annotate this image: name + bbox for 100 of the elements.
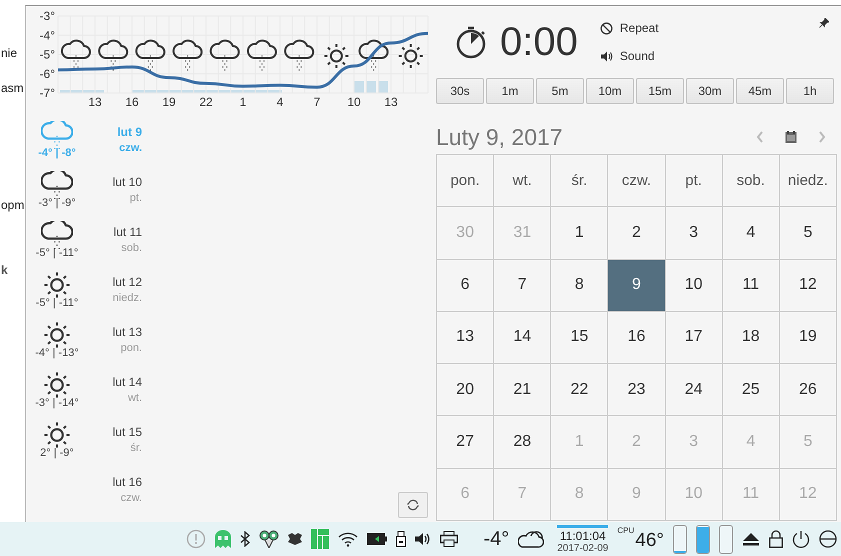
calendar-day[interactable]: 14 <box>494 312 552 364</box>
repeat-toggle[interactable]: Repeat <box>600 21 659 35</box>
x-axis-label: 7 <box>314 95 320 109</box>
calendar-day[interactable]: 27 <box>437 416 494 469</box>
calendar-day[interactable]: 26 <box>780 364 837 416</box>
background-text: k <box>1 263 9 277</box>
printer-icon[interactable] <box>440 531 458 547</box>
temperature-range: -3° | -14° <box>35 397 79 409</box>
forecast-day[interactable]: lut 16 czw. <box>26 471 146 521</box>
sound-toggle[interactable]: Sound <box>600 49 659 63</box>
forecast-date: lut 15 <box>112 425 142 439</box>
forecast-weekday: śr. <box>130 442 142 454</box>
calendar-day[interactable]: 24 <box>666 364 723 416</box>
cloud-icon[interactable] <box>518 530 544 548</box>
preset-button[interactable]: 30s <box>436 78 484 104</box>
preset-button[interactable]: 45m <box>736 78 784 104</box>
weekday-header: pt. <box>666 155 723 208</box>
clock[interactable]: 11:01:04 2017-02-09 <box>557 524 608 554</box>
x-axis-label: 13 <box>88 95 102 109</box>
snow-cloud-icon <box>284 40 314 71</box>
calendar-day[interactable]: 18 <box>722 312 780 364</box>
calendar-day[interactable]: 20 <box>437 364 494 416</box>
calendar-day[interactable]: 4 <box>722 207 780 260</box>
weekday-header: niedz. <box>780 155 837 208</box>
forecast-weekday: czw. <box>120 492 142 504</box>
weather-temperature[interactable]: -4° <box>483 528 510 550</box>
lock-icon[interactable] <box>769 530 783 548</box>
calendar-day[interactable]: 3 <box>666 207 723 260</box>
calendar-day[interactable]: 5 <box>780 207 837 260</box>
snow-cloud-icon <box>358 40 389 71</box>
forecast-day[interactable]: -3° | -14° lut 14 wt. <box>26 371 146 421</box>
calendar-day[interactable]: 19 <box>780 312 837 364</box>
calendar-day[interactable]: 22 <box>551 364 608 416</box>
y-axis-label: -3° <box>40 9 55 23</box>
y-axis-label: -7° <box>40 86 55 100</box>
calendar-day[interactable]: 12 <box>780 260 837 312</box>
forecast-weekday: czw. <box>119 142 142 154</box>
eject-icon[interactable] <box>742 532 760 546</box>
usage-meter[interactable] <box>673 524 687 554</box>
calendar-day[interactable]: 9 <box>608 260 666 312</box>
prohibited-icon <box>600 22 613 34</box>
calendar-day[interactable]: 25 <box>722 364 780 416</box>
weekday-header: wt. <box>494 155 552 208</box>
calendar-day[interactable]: 1 <box>551 207 608 260</box>
forecast-day[interactable]: -5° | -11° lut 11 sob. <box>26 221 146 271</box>
x-axis-label: 4 <box>276 95 284 109</box>
power-icon[interactable] <box>792 530 810 548</box>
battery-icon[interactable] <box>367 533 388 545</box>
temperature-range: -4° | -8° <box>38 147 76 159</box>
volume-icon[interactable] <box>415 532 432 546</box>
calendar-day[interactable]: 13 <box>437 312 494 364</box>
snow-cloud-icon <box>41 221 73 249</box>
wifi-icon[interactable] <box>338 531 358 547</box>
x-axis-label: 22 <box>199 95 213 109</box>
preset-button[interactable]: 1h <box>786 78 834 104</box>
forecast-date: lut 16 <box>112 475 142 489</box>
calendar-day[interactable]: 17 <box>666 312 723 364</box>
snow-cloud-icon <box>41 171 73 199</box>
forecast-day[interactable]: -4° | -13° lut 13 pon. <box>26 321 146 371</box>
calendar-day[interactable]: 6 <box>437 260 494 312</box>
preset-button[interactable]: 5m <box>536 78 584 104</box>
weekday-header: sob. <box>722 155 780 208</box>
calendar-day[interactable]: 10 <box>666 260 723 312</box>
forecast-day[interactable]: 2° | -9° lut 15 śr. <box>26 421 146 471</box>
y-axis-label: -6° <box>40 66 55 81</box>
pin-icon[interactable] <box>819 18 829 28</box>
background-text: asm <box>1 81 25 95</box>
package-icon[interactable] <box>288 533 302 545</box>
calendar-day[interactable]: 16 <box>608 312 666 364</box>
timer-display: 0:00 <box>500 20 578 64</box>
calendar-day[interactable]: 11 <box>722 260 780 312</box>
weekday-header: czw. <box>608 155 666 208</box>
snow-cloud-icon <box>210 40 240 71</box>
x-axis-label: 19 <box>162 95 176 109</box>
y-axis-label: -4° <box>40 28 55 42</box>
calendar-day[interactable]: 15 <box>551 312 608 364</box>
minus-circle-icon[interactable] <box>819 530 837 548</box>
forecast-day[interactable]: -3° | -9° lut 10 pt. <box>26 171 146 221</box>
calendar-title: Luty 9, 2017 <box>436 124 563 150</box>
usage-meter[interactable] <box>719 524 733 554</box>
sun-icon <box>324 44 348 68</box>
preset-button[interactable]: 15m <box>636 78 684 104</box>
preset-button[interactable]: 30m <box>686 78 734 104</box>
refresh-button[interactable] <box>398 492 428 518</box>
owl-icon[interactable] <box>259 530 280 548</box>
usb-drive-icon[interactable] <box>396 531 406 547</box>
refresh-icon <box>406 498 420 512</box>
bluetooth-icon[interactable] <box>240 531 250 547</box>
calendar-day[interactable]: 23 <box>608 364 666 416</box>
preset-button[interactable]: 1m <box>486 78 534 104</box>
usage-meter[interactable] <box>696 524 710 554</box>
calendar-day[interactable]: 21 <box>494 364 552 416</box>
temperature-range: -3° | -9° <box>38 197 76 209</box>
calendar-day[interactable]: 28 <box>494 416 552 469</box>
preset-button[interactable]: 10m <box>586 78 634 104</box>
calendar-day[interactable]: 7 <box>494 260 552 312</box>
weekday-header: pon. <box>437 155 494 208</box>
forecast-day[interactable]: -5° | -11° lut 12 niedz. <box>26 271 146 321</box>
calendar-icon[interactable] <box>785 131 797 143</box>
forecast-weekday: wt. <box>128 392 142 404</box>
